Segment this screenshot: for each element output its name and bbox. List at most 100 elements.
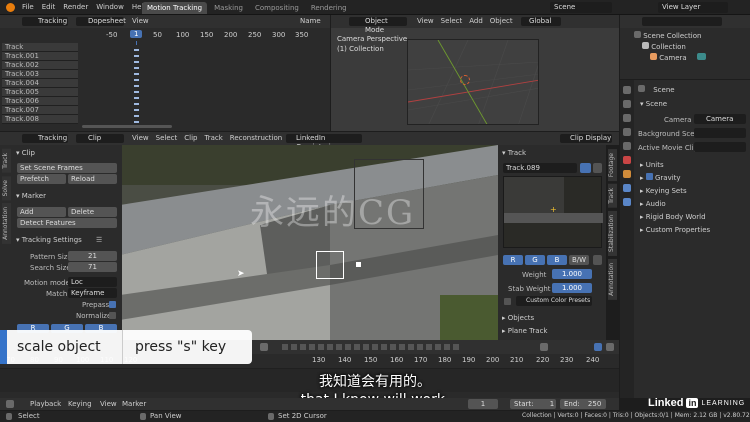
modifier-tab-icon[interactable] [623,184,631,192]
clip-menu-reconstruction[interactable]: Reconstruction [230,134,282,142]
clip-menu-track[interactable]: Track [204,134,222,142]
world-tab-icon[interactable] [623,156,631,164]
clip-name-field[interactable]: LinkedIn Carpinteri... [286,134,362,151]
tab-motion-tracking[interactable]: Motion Tracking [142,2,208,14]
outliner-scene-collection[interactable]: Scene Collection [634,31,701,41]
set-scene-frames-button[interactable]: Set Scene Frames [17,163,117,173]
playback-menu[interactable]: Playback [30,400,61,408]
detect-features-button[interactable]: Detect Features [17,218,117,228]
active-movie-clip-field[interactable] [694,142,746,152]
clip-display-select[interactable]: Clip Display [560,134,612,143]
timeline-view-icon[interactable] [594,343,602,351]
track-row[interactable]: Track.006 [2,97,78,106]
track-channel-r[interactable]: R [503,255,523,265]
start-frame-field[interactable]: Start: 1 [510,399,556,409]
timeline-tool-icon[interactable] [260,343,268,351]
section-rigid-body[interactable]: ▸ Rigid Body World [640,212,706,222]
menu-file[interactable]: File [22,3,34,11]
eye-icon[interactable] [580,163,591,173]
track-marker-pattern[interactable] [316,251,344,279]
pattern-size-field[interactable]: 21 [68,251,117,261]
add-marker-button[interactable]: Add [17,207,66,217]
normalize-checkbox[interactable] [109,312,116,319]
prepass-checkbox[interactable] [109,301,116,308]
reload-button[interactable]: Reload [68,174,117,184]
weight-field[interactable]: 1.000 [552,269,592,279]
timeline-marker-menu[interactable]: Marker [122,400,146,408]
clip-menu-clip[interactable]: Clip [184,134,197,142]
track-row[interactable]: Track [2,43,78,52]
plane-track-panel-header[interactable]: ▸ Plane Track [502,326,548,336]
viewport-3d[interactable]: Object Mode View Select Add Object Globa… [331,15,619,131]
tab-rendering[interactable]: Rendering [306,2,352,14]
clip-menu-view[interactable]: View [132,134,149,142]
vtab-annotation[interactable]: Annotation [2,203,11,244]
vtab-stabilization[interactable]: Stabilization [608,210,617,256]
timeline-view-menu[interactable]: View [100,400,117,408]
delete-marker-button[interactable]: Delete [68,207,117,217]
render-tab-icon[interactable] [623,100,631,108]
menu-window[interactable]: Window [96,3,124,11]
outliner-camera[interactable]: Camera [650,53,706,63]
menu-edit[interactable]: Edit [42,3,56,11]
match-select[interactable]: Keyframe [68,288,117,298]
section-keying-sets[interactable]: ▸ Keying Sets [640,186,687,196]
clip-type-select[interactable]: Clip [76,134,124,143]
dopesheet-view-menu[interactable]: View [132,17,149,25]
keyframe-column[interactable] [134,45,139,125]
view-layer-tab-icon[interactable] [623,128,631,136]
section-audio[interactable]: ▸ Audio [640,199,666,209]
track-channel-bw[interactable]: B/W [569,255,589,265]
dopesheet-mode-select[interactable]: Tracking [22,17,68,26]
section-scene[interactable]: ▾ Scene [640,99,667,109]
custom-color-presets-select[interactable]: Custom Color Presets [516,296,592,306]
grayscale-preview-icon[interactable] [593,255,602,265]
track-row[interactable]: Track.002 [2,61,78,70]
objects-panel-header[interactable]: ▸ Objects [502,313,534,323]
data-tab-icon[interactable] [623,198,631,206]
dopesheet-view-mode[interactable]: Dopesheet [76,17,126,26]
motion-model-select[interactable]: Loc [68,277,117,287]
object-tab-icon[interactable] [623,170,631,178]
search-size-field[interactable]: 71 [68,262,117,272]
track-marker-search-area[interactable] [354,159,424,229]
sort-name-label[interactable]: Name [300,17,321,25]
tool-tab-icon[interactable] [623,86,631,94]
timeline-channels-strip[interactable] [282,344,462,350]
track-channel-g[interactable]: G [525,255,545,265]
current-frame-indicator[interactable]: 1 [130,30,143,38]
viewport-menu-view[interactable]: View [417,17,434,25]
background-scene-field[interactable] [694,128,746,138]
vtab-track[interactable]: Track [2,149,11,173]
scene-tab-icon[interactable] [623,142,631,150]
track-panel-header[interactable]: ▾ Track [502,148,526,158]
object-mode-select[interactable]: Object Mode [349,17,407,34]
vtab-footage[interactable]: Footage [608,149,617,182]
track-row[interactable]: Track.007 [2,106,78,115]
tracking-settings-header[interactable]: ▾ Tracking Settings [16,235,82,245]
outliner-collection[interactable]: Collection [642,42,686,52]
viewport-menu-object[interactable]: Object [490,17,513,25]
prefetch-button[interactable]: Prefetch [17,174,66,184]
camera-field[interactable]: Camera [694,114,746,124]
viewport-menu-select[interactable]: Select [441,17,463,25]
clip-menu-select[interactable]: Select [156,134,178,142]
menu-render[interactable]: Render [63,3,88,11]
custom-color-checkbox[interactable] [504,298,511,305]
current-frame-field[interactable]: 1 [468,399,498,409]
marker-scale-handle[interactable] [356,262,361,267]
section-custom-properties[interactable]: ▸ Custom Properties [640,225,710,235]
orientation-select[interactable]: Global [521,17,561,26]
editor-type-icon[interactable] [6,400,14,408]
track-channel-b[interactable]: B [547,255,567,265]
timeline-edit-icon[interactable] [606,343,614,351]
tab-compositing[interactable]: Compositing [250,2,304,14]
output-tab-icon[interactable] [623,114,631,122]
scene-selector[interactable]: Scene [550,2,612,13]
track-row[interactable]: Track.005 [2,88,78,97]
track-name-field[interactable]: Track.089 [503,163,577,173]
3d-cursor-icon[interactable] [460,75,470,85]
timeline-filter-icon[interactable] [540,343,548,351]
end-frame-field[interactable]: End: 250 [560,399,606,409]
viewport-menu-add[interactable]: Add [469,17,483,25]
